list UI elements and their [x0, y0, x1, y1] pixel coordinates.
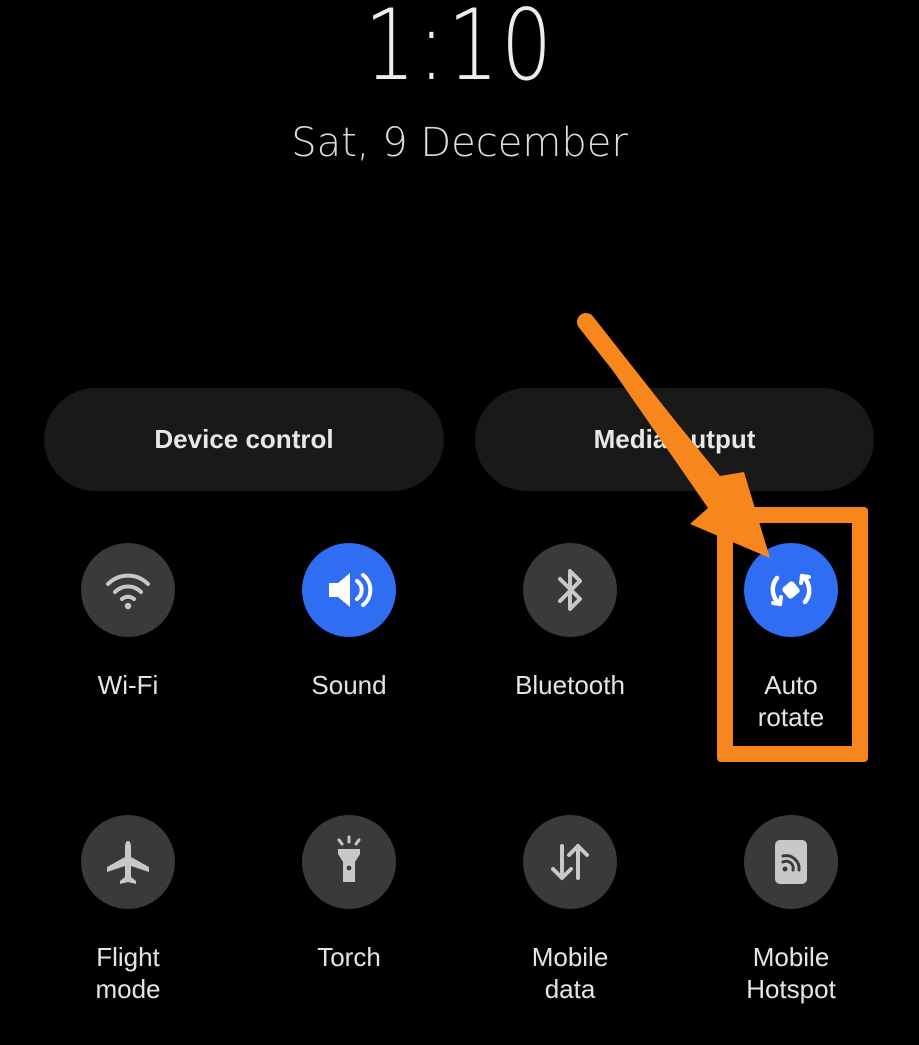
wifi-toggle[interactable]: [81, 543, 175, 637]
tile-label-auto-rotate: Auto rotate: [757, 670, 825, 732]
sound-icon: [329, 573, 373, 607]
tile-mobile-data[interactable]: Mobile data: [470, 815, 670, 1005]
clock-time: 1:10: [364, 0, 555, 103]
tile-flight-mode[interactable]: Flight mode: [28, 815, 228, 1005]
auto-rotate-icon: [770, 573, 812, 607]
torch-toggle[interactable]: [302, 815, 396, 909]
auto-rotate-toggle[interactable]: [744, 543, 838, 637]
tile-label-mobile-hotspot: Mobile Hotspot: [746, 942, 836, 1004]
tile-label-sound: Sound: [311, 670, 387, 700]
bluetooth-toggle[interactable]: [523, 543, 617, 637]
wifi-icon: [106, 573, 150, 610]
clock-date: Sat, 9 December: [291, 120, 628, 166]
tile-label-torch: Torch: [317, 942, 381, 972]
mobile-data-icon: [551, 844, 589, 880]
sound-toggle[interactable]: [302, 543, 396, 637]
airplane-icon: [107, 841, 149, 884]
tile-sound[interactable]: Sound: [249, 543, 449, 701]
bluetooth-icon: [558, 569, 582, 611]
media-output-button[interactable]: Media output: [475, 388, 874, 491]
mobile-data-toggle[interactable]: [523, 815, 617, 909]
tile-torch[interactable]: Torch: [249, 815, 449, 973]
tile-label-mobile-data: Mobile data: [531, 942, 609, 1004]
tile-label-bluetooth: Bluetooth: [515, 670, 625, 700]
tile-label-wifi: Wi-Fi: [97, 670, 159, 700]
tile-wifi[interactable]: Wi-Fi: [28, 543, 228, 701]
tile-label-flight-mode: Flight mode: [95, 942, 161, 1004]
hotspot-icon: [775, 840, 807, 884]
flight-mode-toggle[interactable]: [81, 815, 175, 909]
device-control-button[interactable]: Device control: [44, 388, 444, 491]
tile-auto-rotate[interactable]: Auto rotate: [691, 543, 891, 733]
mobile-hotspot-toggle[interactable]: [744, 815, 838, 909]
torch-icon: [337, 835, 361, 882]
tile-bluetooth[interactable]: Bluetooth: [470, 543, 670, 701]
tile-mobile-hotspot[interactable]: Mobile Hotspot: [691, 815, 891, 1005]
